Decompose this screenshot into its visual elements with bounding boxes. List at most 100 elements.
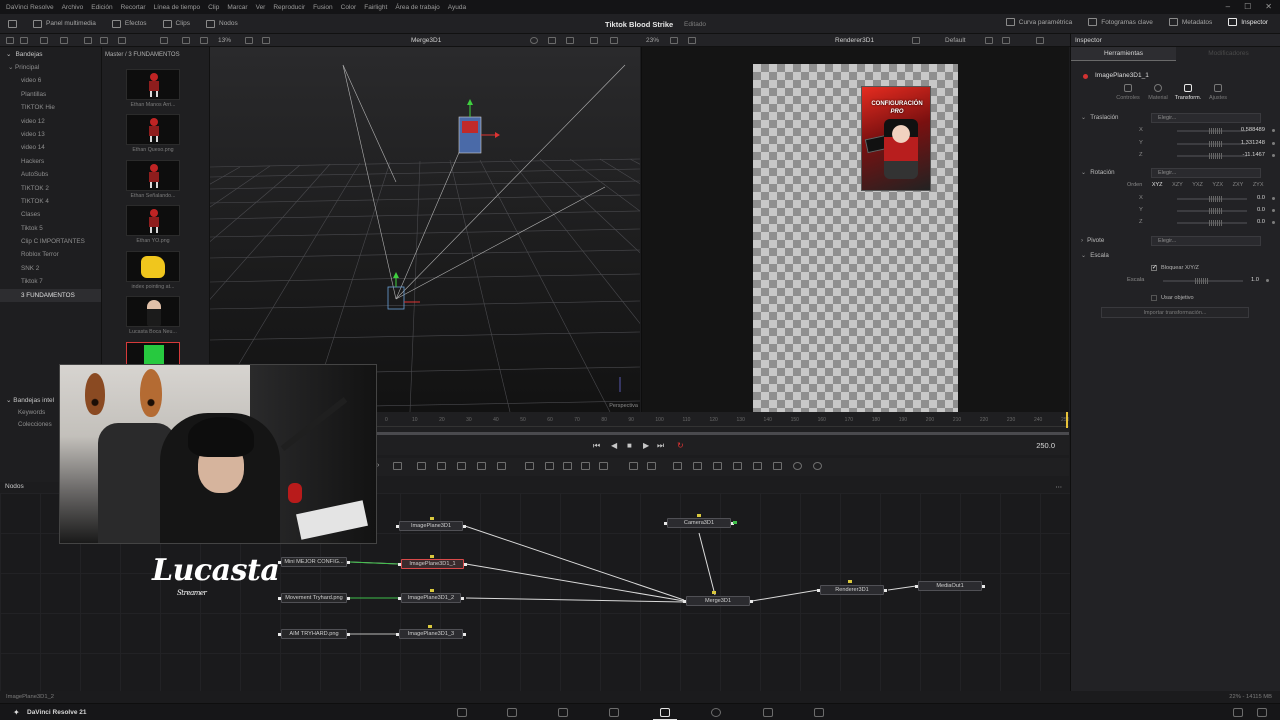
translation-choose[interactable]: Elegir... bbox=[1151, 113, 1261, 123]
tool-emitter-icon[interactable] bbox=[647, 462, 656, 470]
sort-icon[interactable] bbox=[40, 37, 48, 44]
translation-x-slider[interactable] bbox=[1177, 128, 1247, 134]
tool-background-icon[interactable] bbox=[417, 462, 426, 470]
rotation-y-row[interactable]: Y 0.0 bbox=[1139, 206, 1275, 216]
order-yzx[interactable]: YZX bbox=[1212, 182, 1223, 188]
layout-icon[interactable] bbox=[200, 37, 208, 44]
timeline-ruler[interactable]: 0 10 20 30 40 50 60 70 80 90 100 110 120 130 140 150 160… bbox=[377, 412, 1069, 439]
import-transform-button[interactable]: Importar transformación... bbox=[1101, 307, 1249, 318]
tool-renderer-icon[interactable] bbox=[753, 462, 762, 470]
subtab-controls[interactable]: Controles bbox=[1113, 84, 1143, 101]
bin-item[interactable]: Tiktok 5 bbox=[0, 222, 101, 235]
metadata-button[interactable]: Metadatos bbox=[1163, 18, 1218, 26]
project-settings-icon[interactable] bbox=[1257, 708, 1267, 717]
viewer-menu-icon[interactable] bbox=[610, 37, 618, 44]
right-stereo-icon[interactable] bbox=[1002, 37, 1010, 44]
bin-item-selected[interactable]: 3 FUNDAMENTOS bbox=[0, 288, 101, 303]
media-pool-button[interactable]: Panel multimedia bbox=[25, 19, 104, 28]
rotation-z-slider[interactable] bbox=[1177, 220, 1247, 226]
tool-text-icon[interactable] bbox=[457, 462, 466, 470]
right-guides-icon[interactable] bbox=[985, 37, 993, 44]
nodes-menu-icon[interactable]: ⋯ bbox=[1056, 483, 1063, 491]
pointer-icon[interactable]: › bbox=[377, 462, 386, 470]
playhead[interactable] bbox=[1066, 412, 1068, 428]
end-frame[interactable]: 250.0 bbox=[1036, 441, 1055, 450]
right-lut-icon[interactable] bbox=[912, 37, 920, 44]
input-pin[interactable] bbox=[428, 625, 432, 628]
keyframe-icon[interactable] bbox=[1272, 154, 1275, 157]
bin-item[interactable]: AutoSubs bbox=[0, 168, 101, 181]
bin-item[interactable]: Clases bbox=[0, 208, 101, 221]
translation-y-value[interactable]: 1.331248 bbox=[1241, 140, 1265, 146]
maximize-icon[interactable]: ☐ bbox=[1244, 2, 1251, 11]
inspector-button[interactable]: Inspector bbox=[1222, 18, 1274, 26]
keyframe-icon[interactable] bbox=[1272, 197, 1275, 200]
smart-bin-keywords[interactable]: Keywords bbox=[0, 404, 59, 416]
rotation-y-slider[interactable] bbox=[1177, 208, 1247, 214]
nodes-button[interactable]: Nodos bbox=[198, 19, 246, 28]
search-icon[interactable] bbox=[160, 37, 168, 44]
home-icon[interactable] bbox=[1233, 708, 1243, 717]
viewer-right[interactable]: CONFIGURACIÓN PRO bbox=[641, 47, 1069, 412]
play-icon[interactable]: ▶ bbox=[643, 441, 649, 450]
play-reverse-icon[interactable]: ◀ bbox=[611, 441, 617, 450]
preset-select[interactable]: Default bbox=[945, 37, 966, 44]
tab-modifiers[interactable]: Modificadores bbox=[1176, 47, 1280, 61]
tool-bspline-icon[interactable] bbox=[581, 462, 590, 470]
menu-item-fusion[interactable]: Fusion bbox=[313, 4, 333, 11]
tool-3d-shape-icon[interactable] bbox=[693, 462, 702, 470]
node-loader-mini[interactable]: Mini MEJOR CONFIG... bbox=[278, 557, 350, 567]
stop-icon[interactable]: ■ bbox=[627, 441, 632, 450]
menu-item-reproducir[interactable]: Reproducir bbox=[273, 4, 305, 11]
tool-polygon-icon[interactable] bbox=[563, 462, 572, 470]
section-pivot[interactable]: Pivote bbox=[1081, 237, 1104, 244]
keyframes-button[interactable]: Fotogramas clave bbox=[1082, 18, 1159, 26]
record-icon[interactable] bbox=[530, 37, 538, 44]
bin-item[interactable]: Plantillas bbox=[0, 88, 101, 101]
node-imageplane3d1[interactable]: ImagePlane3D1 bbox=[396, 521, 466, 531]
go-end-icon[interactable]: ⏭ bbox=[657, 441, 664, 451]
tool-transform-icon[interactable] bbox=[497, 462, 506, 470]
media-clip-thumb[interactable] bbox=[126, 160, 180, 191]
menu-item-marcar[interactable]: Marcar bbox=[227, 4, 247, 11]
translation-y-slider[interactable] bbox=[1177, 141, 1247, 147]
menu-item-ver[interactable]: Ver bbox=[256, 4, 266, 11]
guides-icon[interactable] bbox=[566, 37, 574, 44]
tool-camera-icon[interactable] bbox=[733, 462, 742, 470]
camera-output-pin[interactable] bbox=[733, 521, 737, 524]
bin-item[interactable]: video 6 bbox=[0, 74, 101, 87]
node-imageplane3d1-1[interactable]: ImagePlane3D1_1 bbox=[398, 559, 467, 569]
order-xyz[interactable]: XYZ bbox=[1152, 182, 1163, 188]
menu-item-linea[interactable]: Línea de tiempo bbox=[154, 4, 201, 11]
deliver-page-icon[interactable] bbox=[814, 708, 824, 717]
input-pin[interactable] bbox=[712, 591, 716, 594]
node-imageplane3d1-3[interactable]: ImagePlane3D1_3 bbox=[396, 629, 466, 639]
tool-particle-icon[interactable] bbox=[629, 462, 638, 470]
keyframe-icon[interactable] bbox=[1266, 279, 1269, 282]
tool-3d-merge-icon[interactable] bbox=[713, 462, 722, 470]
scale-slider[interactable] bbox=[1163, 278, 1243, 284]
translation-x-value[interactable]: 0.588489 bbox=[1241, 127, 1265, 133]
keyframe-icon[interactable] bbox=[1272, 129, 1275, 132]
bin-item[interactable]: SNK 2 bbox=[0, 262, 101, 275]
translation-z-slider[interactable] bbox=[1177, 153, 1247, 159]
bin-item[interactable]: TIKTOK 4 bbox=[0, 195, 101, 208]
order-zxy[interactable]: ZXY bbox=[1233, 182, 1244, 188]
menu-item-color[interactable]: Color bbox=[341, 4, 357, 11]
smart-bin-collections[interactable]: Colecciones bbox=[0, 416, 59, 428]
grid-view-icon[interactable] bbox=[20, 37, 28, 44]
right-menu-icon[interactable] bbox=[1036, 37, 1044, 44]
minimize-icon[interactable]: – bbox=[1226, 2, 1230, 11]
bin-item[interactable]: video 12 bbox=[0, 115, 101, 128]
bin-item[interactable]: Roblox Terror bbox=[0, 248, 101, 261]
app-name[interactable]: DaVinci Resolve bbox=[6, 4, 54, 11]
node-camera3d1[interactable]: Camera3D1 bbox=[664, 518, 734, 528]
checkbox-checked-icon[interactable]: ✓ bbox=[1151, 265, 1157, 271]
rotation-z-row[interactable]: Z 0.0 bbox=[1139, 218, 1275, 228]
rotation-z-value[interactable]: 0.0 bbox=[1257, 219, 1265, 225]
right-viewer-option-icon[interactable] bbox=[670, 37, 678, 44]
rotation-choose[interactable]: Elegir... bbox=[1151, 168, 1261, 178]
node-imageplane3d1-2[interactable]: ImagePlane3D1_2 bbox=[398, 593, 464, 603]
curve-button[interactable]: Curva paramétrica bbox=[1000, 18, 1078, 26]
bin-item[interactable]: TIKTOK 2 bbox=[0, 182, 101, 195]
